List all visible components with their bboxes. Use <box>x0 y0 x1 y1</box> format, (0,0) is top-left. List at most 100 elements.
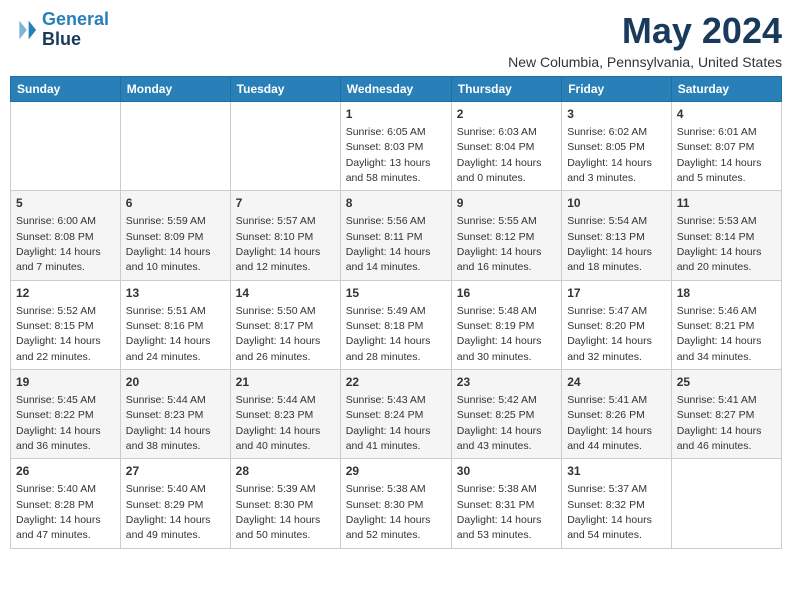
cell-content: Sunrise: 5:42 AMSunset: 8:25 PMDaylight:… <box>457 394 542 452</box>
cell-content: Sunrise: 5:44 AMSunset: 8:23 PMDaylight:… <box>126 394 211 452</box>
day-number: 11 <box>677 195 776 212</box>
calendar-cell: 17 Sunrise: 5:47 AMSunset: 8:20 PMDayligh… <box>562 280 672 369</box>
cell-content: Sunrise: 5:43 AMSunset: 8:24 PMDaylight:… <box>346 394 431 452</box>
day-number: 29 <box>346 463 446 480</box>
calendar-cell: 14 Sunrise: 5:50 AMSunset: 8:17 PMDayligh… <box>230 280 340 369</box>
day-number: 1 <box>346 106 446 123</box>
logo-text: General Blue <box>42 10 109 50</box>
calendar-cell: 2 Sunrise: 6:03 AMSunset: 8:04 PMDaylight… <box>451 102 561 191</box>
cell-content: Sunrise: 5:54 AMSunset: 8:13 PMDaylight:… <box>567 215 652 273</box>
calendar-cell: 7Sunrise: 5:57 AMSunset: 8:10 PMDaylight… <box>230 191 340 280</box>
calendar-cell: 5 Sunrise: 6:00 AMSunset: 8:08 PMDaylight… <box>11 191 121 280</box>
calendar-cell: 21 Sunrise: 5:44 AMSunset: 8:23 PMDayligh… <box>230 370 340 459</box>
cell-content: Sunrise: 5:41 AMSunset: 8:26 PMDaylight:… <box>567 394 652 452</box>
day-number: 12 <box>16 285 115 302</box>
week-row-3: 12 Sunrise: 5:52 AMSunset: 8:15 PMDayligh… <box>11 280 782 369</box>
location: New Columbia, Pennsylvania, United State… <box>508 54 782 70</box>
day-number: 10 <box>567 195 666 212</box>
header-row: SundayMondayTuesdayWednesdayThursdayFrid… <box>11 77 782 102</box>
calendar-cell: 9 Sunrise: 5:55 AMSunset: 8:12 PMDaylight… <box>451 191 561 280</box>
calendar-cell: 28Sunrise: 5:39 AMSunset: 8:30 PMDayligh… <box>230 459 340 548</box>
calendar-cell <box>230 102 340 191</box>
calendar-cell: 15 Sunrise: 5:49 AMSunset: 8:18 PMDayligh… <box>340 280 451 369</box>
cell-content: Sunrise: 5:40 AMSunset: 8:29 PMDaylight:… <box>126 483 211 541</box>
cell-content: Sunrise: 5:45 AMSunset: 8:22 PMDaylight:… <box>16 394 101 452</box>
calendar-table: SundayMondayTuesdayWednesdayThursdayFrid… <box>10 76 782 549</box>
cell-content: Sunrise: 5:48 AMSunset: 8:19 PMDaylight:… <box>457 305 542 363</box>
day-header-monday: Monday <box>120 77 230 102</box>
calendar-cell: 19 Sunrise: 5:45 AMSunset: 8:22 PMDayligh… <box>11 370 121 459</box>
cell-content: Sunrise: 6:03 AMSunset: 8:04 PMDaylight:… <box>457 126 542 184</box>
day-header-wednesday: Wednesday <box>340 77 451 102</box>
calendar-cell: 23 Sunrise: 5:42 AMSunset: 8:25 PMDayligh… <box>451 370 561 459</box>
cell-content: Sunrise: 5:38 AMSunset: 8:31 PMDaylight:… <box>457 483 542 541</box>
calendar-cell <box>671 459 781 548</box>
day-number: 14 <box>236 285 335 302</box>
cell-content: Sunrise: 5:49 AMSunset: 8:18 PMDaylight:… <box>346 305 431 363</box>
calendar-cell: 27 Sunrise: 5:40 AMSunset: 8:29 PMDayligh… <box>120 459 230 548</box>
calendar-cell: 20Sunrise: 5:44 AMSunset: 8:23 PMDayligh… <box>120 370 230 459</box>
calendar-cell: 12 Sunrise: 5:52 AMSunset: 8:15 PMDayligh… <box>11 280 121 369</box>
day-header-saturday: Saturday <box>671 77 781 102</box>
day-number: 31 <box>567 463 666 480</box>
day-number: 22 <box>346 374 446 391</box>
cell-content: Sunrise: 6:00 AMSunset: 8:08 PMDaylight:… <box>16 215 101 273</box>
day-number: 3 <box>567 106 666 123</box>
day-number: 15 <box>346 285 446 302</box>
calendar-cell: 4Sunrise: 6:01 AMSunset: 8:07 PMDaylight… <box>671 102 781 191</box>
cell-content: Sunrise: 5:50 AMSunset: 8:17 PMDaylight:… <box>236 305 321 363</box>
day-header-tuesday: Tuesday <box>230 77 340 102</box>
cell-content: Sunrise: 6:02 AMSunset: 8:05 PMDaylight:… <box>567 126 652 184</box>
calendar-cell: 31Sunrise: 5:37 AMSunset: 8:32 PMDayligh… <box>562 459 672 548</box>
calendar-cell: 6Sunrise: 5:59 AMSunset: 8:09 PMDaylight… <box>120 191 230 280</box>
cell-content: Sunrise: 5:41 AMSunset: 8:27 PMDaylight:… <box>677 394 762 452</box>
day-number: 4 <box>677 106 776 123</box>
cell-content: Sunrise: 5:52 AMSunset: 8:15 PMDaylight:… <box>16 305 101 363</box>
day-number: 16 <box>457 285 556 302</box>
day-number: 21 <box>236 374 335 391</box>
calendar-cell: 13 Sunrise: 5:51 AMSunset: 8:16 PMDayligh… <box>120 280 230 369</box>
calendar-cell: 29 Sunrise: 5:38 AMSunset: 8:30 PMDayligh… <box>340 459 451 548</box>
day-number: 5 <box>16 195 115 212</box>
day-number: 30 <box>457 463 556 480</box>
cell-content: Sunrise: 5:40 AMSunset: 8:28 PMDaylight:… <box>16 483 101 541</box>
logo: General Blue <box>10 10 109 50</box>
calendar-cell: 11 Sunrise: 5:53 AMSunset: 8:14 PMDayligh… <box>671 191 781 280</box>
cell-content: Sunrise: 5:51 AMSunset: 8:16 PMDaylight:… <box>126 305 211 363</box>
calendar-cell: 22 Sunrise: 5:43 AMSunset: 8:24 PMDayligh… <box>340 370 451 459</box>
calendar-cell <box>11 102 121 191</box>
calendar-cell: 30 Sunrise: 5:38 AMSunset: 8:31 PMDayligh… <box>451 459 561 548</box>
cell-content: Sunrise: 5:53 AMSunset: 8:14 PMDaylight:… <box>677 215 762 273</box>
cell-content: Sunrise: 5:38 AMSunset: 8:30 PMDaylight:… <box>346 483 431 541</box>
cell-content: Sunrise: 5:59 AMSunset: 8:09 PMDaylight:… <box>126 215 211 273</box>
day-number: 2 <box>457 106 556 123</box>
cell-content: Sunrise: 5:55 AMSunset: 8:12 PMDaylight:… <box>457 215 542 273</box>
day-number: 13 <box>126 285 225 302</box>
day-number: 28 <box>236 463 335 480</box>
week-row-4: 19 Sunrise: 5:45 AMSunset: 8:22 PMDayligh… <box>11 370 782 459</box>
calendar-cell <box>120 102 230 191</box>
logo-icon <box>10 16 38 44</box>
calendar-cell: 16 Sunrise: 5:48 AMSunset: 8:19 PMDayligh… <box>451 280 561 369</box>
day-number: 27 <box>126 463 225 480</box>
day-number: 24 <box>567 374 666 391</box>
calendar-cell: 25Sunrise: 5:41 AMSunset: 8:27 PMDayligh… <box>671 370 781 459</box>
title-block: May 2024 New Columbia, Pennsylvania, Uni… <box>508 10 782 70</box>
day-number: 9 <box>457 195 556 212</box>
calendar-cell: 24 Sunrise: 5:41 AMSunset: 8:26 PMDayligh… <box>562 370 672 459</box>
day-number: 7 <box>236 195 335 212</box>
calendar-cell: 8Sunrise: 5:56 AMSunset: 8:11 PMDaylight… <box>340 191 451 280</box>
cell-content: Sunrise: 5:44 AMSunset: 8:23 PMDaylight:… <box>236 394 321 452</box>
day-header-thursday: Thursday <box>451 77 561 102</box>
day-number: 17 <box>567 285 666 302</box>
page-header: General Blue May 2024 New Columbia, Penn… <box>10 10 782 70</box>
day-number: 19 <box>16 374 115 391</box>
day-number: 18 <box>677 285 776 302</box>
cell-content: Sunrise: 5:56 AMSunset: 8:11 PMDaylight:… <box>346 215 431 273</box>
calendar-cell: 10 Sunrise: 5:54 AMSunset: 8:13 PMDayligh… <box>562 191 672 280</box>
day-number: 23 <box>457 374 556 391</box>
cell-content: Sunrise: 5:47 AMSunset: 8:20 PMDaylight:… <box>567 305 652 363</box>
month-title: May 2024 <box>508 10 782 52</box>
calendar-cell: 3 Sunrise: 6:02 AMSunset: 8:05 PMDaylight… <box>562 102 672 191</box>
week-row-5: 26Sunrise: 5:40 AMSunset: 8:28 PMDayligh… <box>11 459 782 548</box>
